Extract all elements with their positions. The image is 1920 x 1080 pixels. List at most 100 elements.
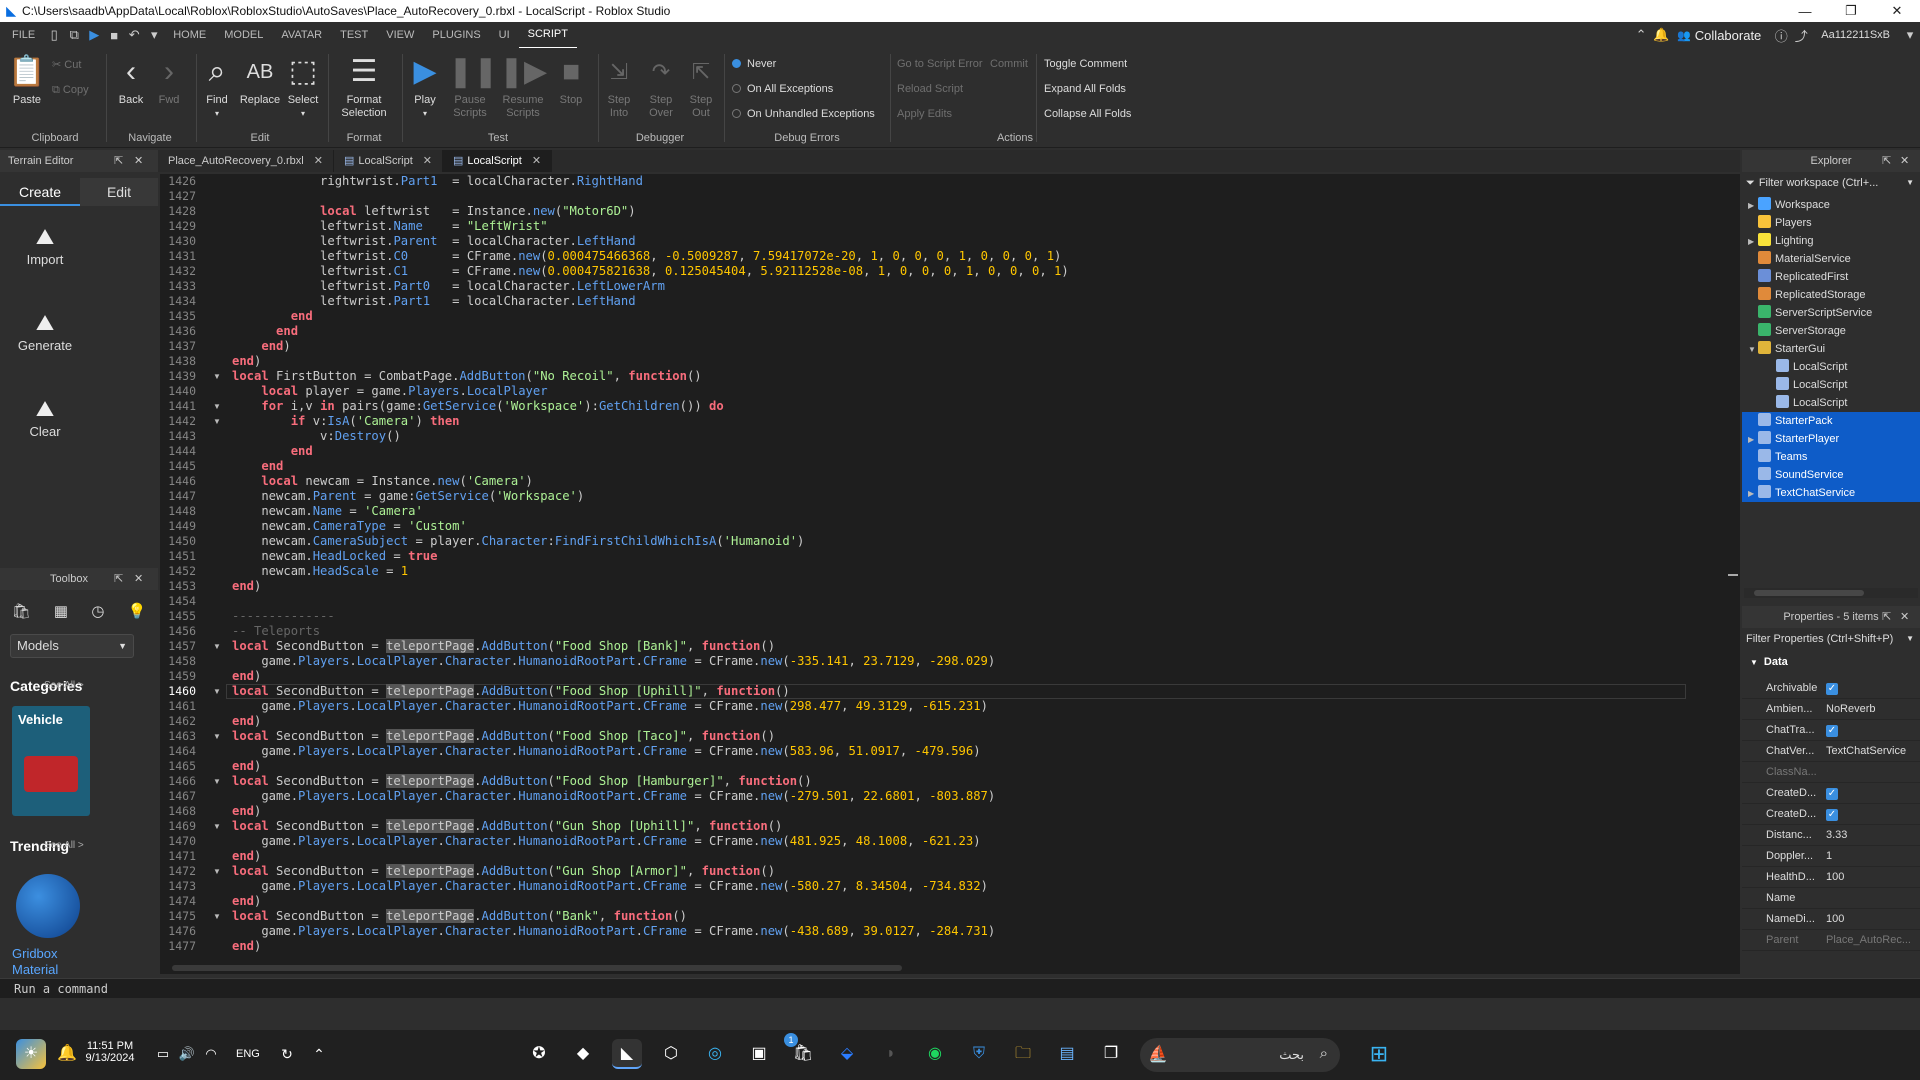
code-line[interactable]: end): [232, 714, 261, 729]
roblox-player-icon[interactable]: ◆: [568, 1039, 598, 1069]
code-line[interactable]: game.Players.LocalPlayer.Character.Human…: [232, 699, 988, 714]
property-row[interactable]: ClassNa...: [1742, 762, 1920, 783]
code-line[interactable]: local SecondButton = teleportPage.AddBut…: [232, 729, 775, 744]
code-line[interactable]: end): [232, 849, 261, 864]
security-icon[interactable]: ⛨: [964, 1039, 994, 1069]
code-line[interactable]: game.Players.LocalPlayer.Character.Human…: [232, 924, 995, 939]
import-button[interactable]: ⛰ Import: [0, 222, 90, 267]
property-row[interactable]: Archivable ✓: [1742, 678, 1920, 699]
property-value[interactable]: 3.33: [1826, 825, 1916, 846]
inventory-grid-icon[interactable]: ▦: [54, 602, 68, 620]
generate-button[interactable]: ⛰ Generate: [0, 308, 90, 353]
explorer-item[interactable]: ServerStorage: [1742, 322, 1920, 340]
checkbox-checked-icon[interactable]: ✓: [1826, 725, 1838, 737]
code-line[interactable]: game.Players.LocalPlayer.Character.Human…: [232, 834, 980, 849]
gridbox-label-1[interactable]: Gridbox: [12, 946, 58, 961]
back-button[interactable]: ‹ Back: [114, 52, 148, 107]
tab-edit[interactable]: Edit: [80, 178, 158, 206]
property-row[interactable]: CreateD... ✓: [1742, 804, 1920, 825]
property-value[interactable]: TextChatService: [1826, 741, 1916, 762]
task-view-icon[interactable]: ❐: [1096, 1039, 1126, 1069]
code-line[interactable]: newcam.HeadScale = 1: [232, 564, 408, 579]
widgets-icon[interactable]: ☀: [16, 1039, 46, 1069]
step-out-button[interactable]: ⇱ Step Out: [684, 52, 718, 120]
code-line[interactable]: end: [232, 324, 298, 339]
undock-icon[interactable]: ⇱: [114, 568, 123, 590]
code-line[interactable]: leftwrist.C0 = CFrame.new(0.000475466368…: [232, 249, 1061, 264]
step-into-button[interactable]: ⇲ Step Into: [602, 52, 636, 120]
code-line[interactable]: local leftwrist = Instance.new("Motor6D"…: [232, 204, 636, 219]
explorer-item[interactable]: SoundService: [1742, 466, 1920, 484]
resume-scripts-button[interactable]: ❚▶ Resume Scripts: [498, 52, 548, 120]
radio-on-all-exceptions[interactable]: On All Exceptions: [732, 83, 833, 95]
menu-plugins[interactable]: PLUGINS: [423, 22, 489, 48]
gridbox-sphere-icon[interactable]: [16, 874, 80, 938]
code-line[interactable]: end: [232, 444, 313, 459]
checkbox-checked-icon[interactable]: ✓: [1826, 788, 1838, 800]
fold-toggle-icon[interactable]: ▼: [213, 822, 221, 831]
hscroll-thumb[interactable]: [1754, 590, 1864, 596]
scroll-thumb[interactable]: [1728, 574, 1738, 576]
expand-arrow-icon[interactable]: ▶: [1748, 233, 1758, 251]
command-bar[interactable]: Run a command: [0, 978, 1920, 998]
property-value[interactable]: ✓: [1826, 720, 1916, 741]
category-dropdown[interactable]: Models ▼: [10, 634, 134, 658]
paste-button[interactable]: 📋 Paste: [8, 52, 46, 107]
stop-button[interactable]: ■ Stop: [552, 52, 590, 107]
radio-never[interactable]: Never: [732, 58, 776, 70]
code-line[interactable]: -- Teleports: [232, 624, 320, 639]
code-line[interactable]: game.Players.LocalPlayer.Character.Human…: [232, 879, 988, 894]
toggle-comment-button[interactable]: Toggle Comment: [1044, 58, 1127, 70]
code-line[interactable]: local SecondButton = teleportPage.AddBut…: [232, 864, 775, 879]
property-value[interactable]: 100: [1826, 867, 1916, 888]
code-editor[interactable]: 1426 1427 1428 1429 1430 1431 1432 1433 1434 1435…: [160, 174, 1740, 974]
code-line[interactable]: newcam.Name = 'Camera': [232, 504, 422, 519]
explorer-item[interactable]: ReplicatedStorage: [1742, 286, 1920, 304]
property-row[interactable]: Ambien... NoReverb: [1742, 699, 1920, 720]
explorer-item[interactable]: LocalScript: [1742, 358, 1920, 376]
close-panel-icon[interactable]: ✕: [134, 150, 143, 172]
tab-localscript-1[interactable]: ▤ LocalScript ✕: [334, 150, 444, 172]
app-icon[interactable]: ◗: [876, 1039, 906, 1069]
file-explorer-icon[interactable]: 🗀: [1008, 1039, 1038, 1069]
windows-start-icon[interactable]: ⊞: [1364, 1039, 1394, 1069]
property-row[interactable]: Doppler... 1: [1742, 846, 1920, 867]
command-input[interactable]: Run a command: [14, 982, 108, 996]
forward-button[interactable]: › Fwd: [152, 52, 186, 107]
quick-play-icon[interactable]: ▶: [84, 27, 104, 43]
code-line[interactable]: end): [232, 669, 261, 684]
reload-script-button[interactable]: Reload Script: [897, 83, 963, 95]
property-row[interactable]: ChatVer... TextChatService: [1742, 741, 1920, 762]
marketplace-icon[interactable]: 🛍: [12, 602, 31, 620]
close-tab-icon[interactable]: ✕: [314, 155, 323, 167]
code-line[interactable]: end): [232, 894, 261, 909]
code-line[interactable]: end: [232, 459, 283, 474]
fold-toggle-icon[interactable]: ▼: [213, 912, 221, 921]
property-value[interactable]: ✓: [1826, 804, 1916, 825]
code-line[interactable]: leftwrist.Parent = localCharacter.LeftHa…: [232, 234, 636, 249]
menu-home[interactable]: HOME: [164, 22, 215, 48]
fold-toggle-icon[interactable]: ▼: [213, 642, 221, 651]
notification-icon[interactable]: 🔔: [1651, 27, 1671, 43]
property-row[interactable]: CreateD... ✓: [1742, 783, 1920, 804]
clear-button[interactable]: ⛰ Clear: [0, 394, 90, 439]
code-line[interactable]: local SecondButton = teleportPage.AddBut…: [232, 909, 687, 924]
property-value[interactable]: 1: [1826, 846, 1916, 867]
app-icon[interactable]: ▣: [744, 1039, 774, 1069]
expand-arrow-icon[interactable]: ▶: [1748, 431, 1758, 449]
menu-ui[interactable]: UI: [490, 22, 519, 48]
code-line[interactable]: end): [232, 939, 261, 954]
code-line[interactable]: local SecondButton = teleportPage.AddBut…: [232, 639, 775, 654]
recent-clock-icon[interactable]: ◷: [91, 602, 104, 620]
code-line[interactable]: leftwrist.Part0 = localCharacter.LeftLow…: [232, 279, 665, 294]
close-tab-icon[interactable]: ✕: [532, 155, 541, 167]
edge-browser-icon[interactable]: ◎: [700, 1039, 730, 1069]
code-line[interactable]: end): [232, 354, 261, 369]
tab-place-file[interactable]: Place_AutoRecovery_0.rbxl ✕: [158, 150, 334, 172]
explorer-item[interactable]: ▶ TextChatService: [1742, 484, 1920, 502]
menu-file[interactable]: FILE: [0, 22, 44, 48]
taskbar-search[interactable]: ⛵ بحث ⌕: [1140, 1038, 1340, 1072]
code-line[interactable]: local SecondButton = teleportPage.AddBut…: [232, 774, 812, 789]
explorer-item[interactable]: MaterialService: [1742, 250, 1920, 268]
radio-on-unhandled[interactable]: On Unhandled Exceptions: [732, 108, 875, 120]
